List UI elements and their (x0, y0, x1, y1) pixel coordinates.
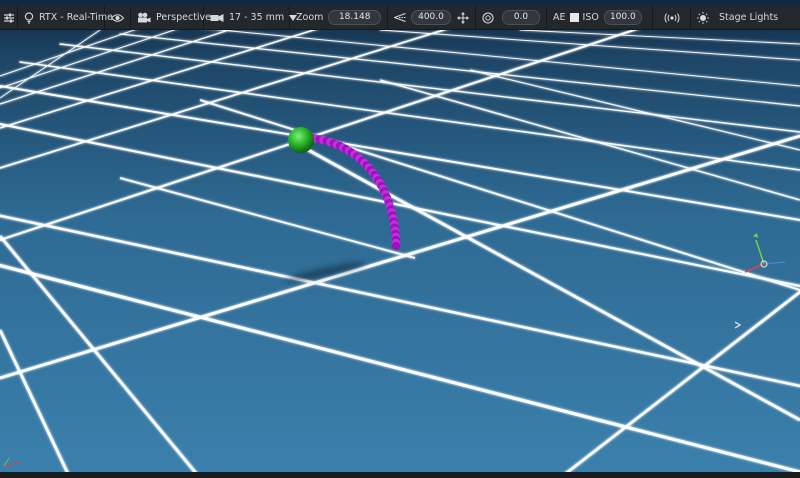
3d-scene[interactable] (0, 0, 800, 478)
zoom-label: Zoom (296, 12, 324, 23)
lens-label: 17 - 35 mm (229, 12, 285, 23)
aperture-icon (482, 11, 494, 24)
viewport-toolbar: RTX - Real-Time Perspective 17 - 35 mm Z… (0, 5, 800, 30)
ae-checkbox[interactable] (569, 13, 579, 22)
settings-button[interactable] (0, 5, 18, 30)
clipping-input[interactable]: 400.0 (411, 10, 451, 25)
angle-icon (394, 13, 406, 22)
lightbulb-icon (24, 11, 34, 24)
zoom-control: Zoom 18.148 (290, 5, 388, 30)
exposure-input[interactable]: 0.0 (502, 10, 540, 25)
audio-button[interactable] (653, 5, 691, 30)
renderer-selector[interactable]: RTX - Real-Time (18, 5, 113, 30)
iso-input[interactable]: 100.0 (603, 10, 642, 25)
floor-plane (0, 0, 800, 478)
stage-lights-button[interactable]: Stage Lights (691, 6, 800, 30)
camera-lens-icon (210, 13, 224, 22)
window-bottom-strip (0, 472, 800, 478)
stage-lights-label: Stage Lights (719, 12, 779, 23)
green-ball[interactable] (288, 127, 314, 153)
iso-control: AE ISO 100.0 (547, 5, 653, 30)
broadcast-icon (664, 12, 679, 23)
sliders-icon (4, 13, 14, 22)
stage-light-icon (697, 11, 709, 24)
camera-selector[interactable]: Perspective (131, 5, 211, 30)
move-arrows-icon[interactable] (457, 11, 469, 24)
clipping-control: 400.0 (388, 5, 476, 30)
viewport[interactable]: RTX - Real-Time Perspective 17 - 35 mm Z… (0, 0, 800, 478)
camera-label: Perspective (156, 12, 212, 23)
lens-selector[interactable]: 17 - 35 mm (204, 5, 298, 30)
movie-camera-icon (138, 12, 151, 22)
rope-segment (391, 241, 401, 251)
visibility-button[interactable] (105, 5, 131, 30)
zoom-input[interactable]: 18.148 (328, 10, 381, 25)
eye-icon (111, 13, 124, 22)
ae-label: AE (553, 12, 566, 23)
iso-label: ISO (582, 12, 599, 23)
renderer-label: RTX - Real-Time (39, 12, 113, 23)
exposure-control: 0.0 (476, 5, 547, 30)
